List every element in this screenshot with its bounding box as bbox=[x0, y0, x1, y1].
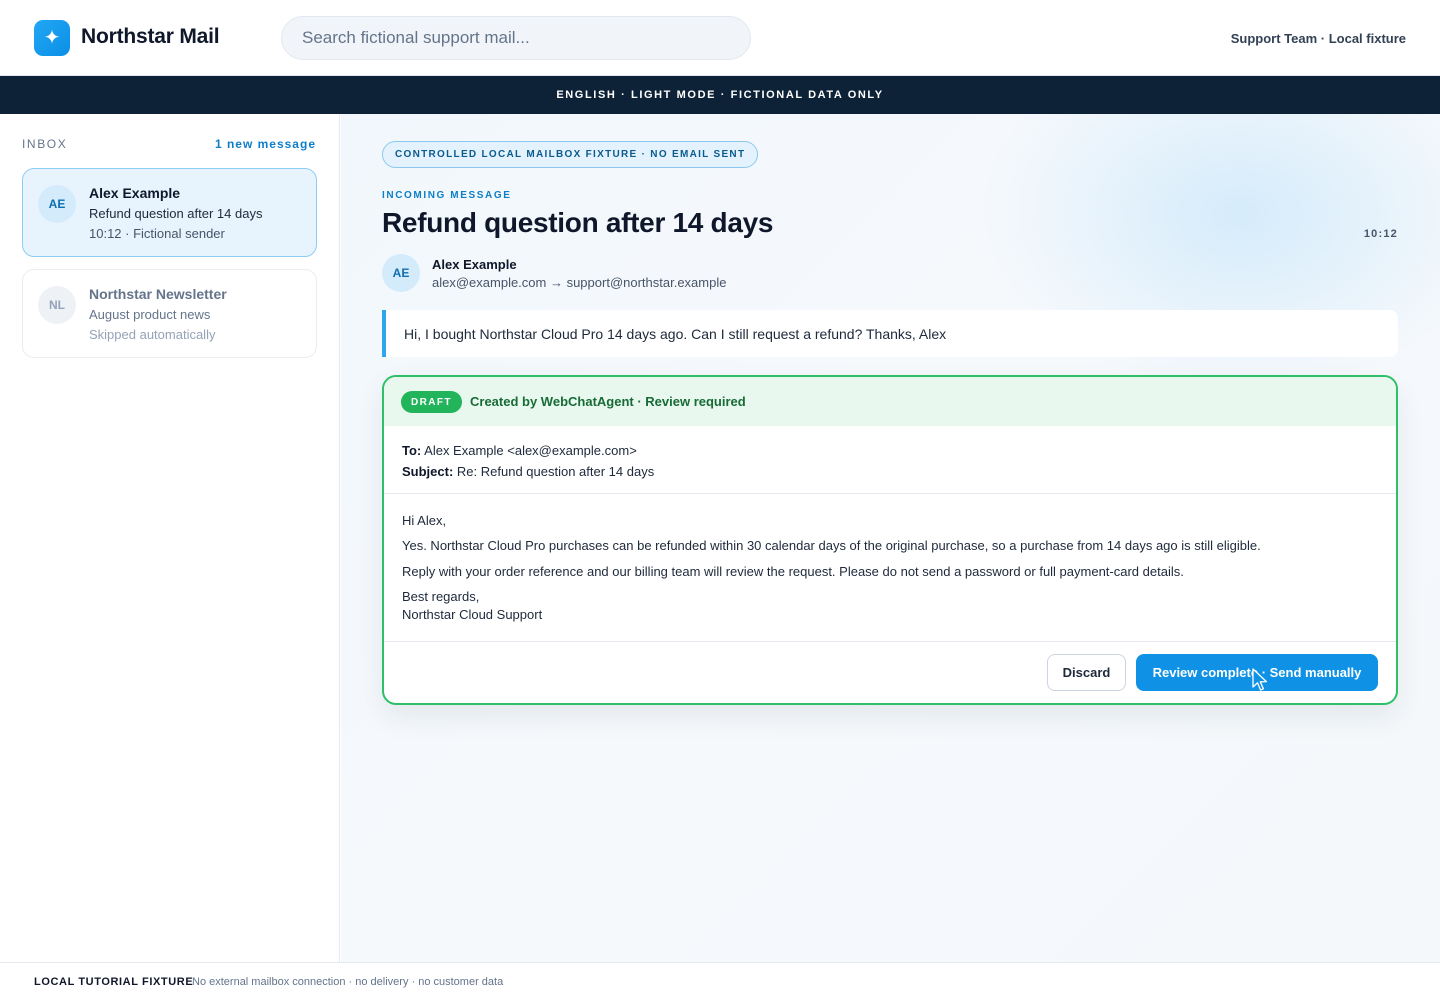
message-body-text: Hi, I bought Northstar Cloud Pro 14 days… bbox=[404, 325, 947, 342]
sparkle-icon: ✦ bbox=[34, 20, 70, 56]
draft-to-label: To: bbox=[402, 443, 422, 458]
draft-to-line: To: Alex Example <alex@example.com> bbox=[402, 440, 654, 461]
message-sender: Alex Example bbox=[432, 257, 517, 272]
inbox-item-subject: August product news bbox=[89, 307, 211, 322]
footer-note: No external mailbox connection · no deli… bbox=[192, 976, 504, 988]
draft-subject-value: Re: Refund question after 14 days bbox=[456, 464, 655, 479]
draft-greeting: Hi Alex, bbox=[402, 513, 447, 528]
discard-button[interactable]: Discard bbox=[1047, 654, 1126, 691]
message-title: Refund question after 14 days bbox=[382, 207, 774, 238]
draft-subject-line: Subject: Re: Refund question after 14 da… bbox=[402, 461, 654, 482]
draft-subject-label: Subject: bbox=[402, 464, 454, 479]
footer-title: LOCAL TUTORIAL FIXTURE bbox=[34, 976, 194, 988]
inbox-item-meta: 10:12 · Fictional sender bbox=[89, 226, 225, 241]
draft-meta: To: Alex Example <alex@example.com> Subj… bbox=[402, 440, 654, 482]
top-bar: ✦ Northstar Mail Support Team · Local fi… bbox=[0, 0, 1440, 76]
avatar: AE bbox=[382, 254, 420, 292]
app-title: Northstar Mail bbox=[81, 25, 220, 48]
mode-banner: ENGLISH · LIGHT MODE · FICTIONAL DATA ON… bbox=[0, 76, 1440, 114]
inbox-sidebar: INBOX 1 new message AE Alex Example Refu… bbox=[0, 114, 340, 962]
draft-paragraph: Yes. Northstar Cloud Pro purchases can b… bbox=[402, 538, 1261, 553]
draft-paragraph: Reply with your order reference and our … bbox=[402, 564, 1184, 579]
logo-glyph: ✦ bbox=[43, 27, 61, 49]
account-label: Support Team · Local fixture bbox=[1230, 31, 1406, 46]
message-time: 10:12 bbox=[1363, 228, 1398, 240]
inbox-item-subject: Refund question after 14 days bbox=[89, 206, 263, 221]
section-label: INCOMING MESSAGE bbox=[382, 190, 512, 201]
new-message-count: 1 new message bbox=[214, 137, 316, 151]
draft-header: DRAFT Created by WebChatAgent · Review r… bbox=[384, 377, 1396, 426]
draft-badge: DRAFT bbox=[401, 391, 462, 413]
inbox-item-alex-example[interactable]: AE Alex Example Refund question after 14… bbox=[22, 168, 317, 257]
message-body: Hi, I bought Northstar Cloud Pro 14 days… bbox=[382, 310, 1398, 357]
draft-to-value: Alex Example <alex@example.com> bbox=[424, 443, 637, 458]
inbox-item-sender: Alex Example bbox=[89, 185, 181, 201]
draft-reply-card: DRAFT Created by WebChatAgent · Review r… bbox=[382, 375, 1398, 705]
fixture-badge: CONTROLLED LOCAL MAILBOX FIXTURE · NO EM… bbox=[382, 141, 759, 168]
draft-signature: Northstar Cloud Support bbox=[402, 607, 543, 622]
search-input[interactable] bbox=[281, 16, 751, 60]
avatar: NL bbox=[38, 286, 76, 324]
inbox-item-meta: Skipped automatically bbox=[89, 327, 216, 342]
inbox-item-northstar-newsletter[interactable]: NL Northstar Newsletter August product n… bbox=[22, 269, 317, 358]
mode-banner-text: ENGLISH · LIGHT MODE · FICTIONAL DATA ON… bbox=[556, 89, 884, 101]
draft-created-by: Created by WebChatAgent · Review require… bbox=[470, 394, 746, 409]
divider bbox=[384, 641, 1396, 642]
draft-signoff: Best regards, bbox=[402, 589, 480, 604]
message-route: alex@example.com → support@northstar.exa… bbox=[432, 275, 727, 290]
inbox-item-sender: Northstar Newsletter bbox=[89, 286, 227, 302]
send-manually-button[interactable]: Review complete · Send manually bbox=[1136, 654, 1378, 691]
footer: LOCAL TUTORIAL FIXTURE No external mailb… bbox=[0, 962, 1440, 1000]
message-pane: CONTROLLED LOCAL MAILBOX FIXTURE · NO EM… bbox=[341, 114, 1440, 962]
inbox-label: INBOX bbox=[22, 137, 68, 151]
divider bbox=[384, 493, 1396, 494]
avatar: AE bbox=[38, 185, 76, 223]
